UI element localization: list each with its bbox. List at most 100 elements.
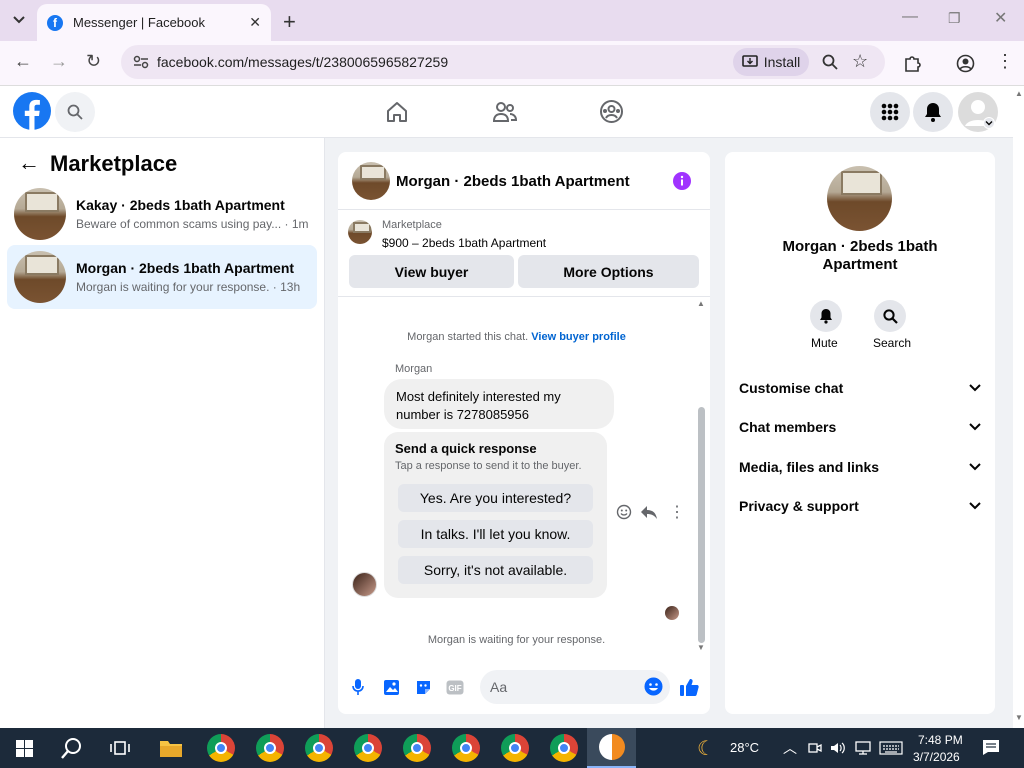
keyboard-icon[interactable] <box>879 741 903 755</box>
listing-detail[interactable]: $900 – 2beds 1bath Apartment <box>382 236 546 250</box>
chrome-app-icon[interactable] <box>403 734 431 762</box>
active-app-slot[interactable] <box>587 728 636 768</box>
more-options-button[interactable]: More Options <box>518 255 699 288</box>
search-facebook-button[interactable] <box>55 92 95 132</box>
reply-icon[interactable] <box>640 504 658 520</box>
conversation-info-panel: Morgan · 2beds 1bath Apartment Mute Sear… <box>725 152 995 714</box>
back-button[interactable]: ← <box>14 51 32 72</box>
tab-search-dropdown[interactable] <box>8 10 30 30</box>
search-in-chat-button[interactable] <box>874 300 906 332</box>
emoji-picker-icon[interactable] <box>644 677 663 696</box>
chrome-app-icon[interactable] <box>256 734 284 762</box>
quick-reply-in-talks[interactable]: In talks. I'll let you know. <box>398 520 593 548</box>
info-avatar[interactable] <box>827 166 892 231</box>
bookmark-star-icon[interactable]: ☆ <box>852 51 868 72</box>
quick-reply-yes[interactable]: Yes. Are you interested? <box>398 484 593 512</box>
quick-response-card: Send a quick response Tap a response to … <box>384 432 607 598</box>
quick-response-title: Send a quick response <box>395 441 537 456</box>
reload-button[interactable]: ↻ <box>86 51 101 72</box>
taskbar-search-icon[interactable] <box>61 737 83 759</box>
show-hidden-icons-chevron-icon[interactable]: ︿ <box>783 738 797 758</box>
conversation-item-kakay[interactable]: Kakay · 2beds 1bath Apartment Beware of … <box>7 182 317 246</box>
home-icon[interactable] <box>385 100 409 124</box>
chrome-app-icon[interactable] <box>305 734 333 762</box>
chat-avatar[interactable] <box>352 162 390 200</box>
conversation-preview: Morgan is waiting for your response. · 1… <box>76 280 301 294</box>
section-privacy-support[interactable]: Privacy & support <box>739 498 981 514</box>
like-thumb-icon[interactable] <box>679 677 699 697</box>
listing-thumbnail-small[interactable] <box>348 220 372 244</box>
file-explorer-icon[interactable] <box>159 738 183 758</box>
menu-button[interactable] <box>870 92 910 132</box>
chat-started-notice: Morgan started this chat. View buyer pro… <box>407 331 626 343</box>
page-scrollbar[interactable]: ▲ ▼ <box>1013 87 1024 728</box>
bell-icon <box>925 103 941 122</box>
new-tab-button[interactable]: + <box>283 9 296 35</box>
zoom-icon[interactable] <box>822 54 838 70</box>
message-input-placeholder: Aa <box>490 679 508 695</box>
mute-label: Mute <box>811 336 838 350</box>
message-bubble[interactable]: Most definitely interested my number is … <box>384 379 614 429</box>
groups-icon[interactable] <box>599 99 624 124</box>
chrome-app-icon[interactable] <box>354 734 382 762</box>
close-tab-icon[interactable]: ✕ <box>249 14 261 31</box>
photo-icon[interactable] <box>383 679 400 696</box>
site-settings-icon[interactable] <box>133 55 149 69</box>
address-bar[interactable]: facebook.com/messages/t/2380065965827259… <box>121 45 885 79</box>
chrome-app-icon[interactable] <box>501 734 529 762</box>
browser-tab-messenger[interactable]: f Messenger | Facebook ✕ <box>37 4 271 41</box>
section-chat-members[interactable]: Chat members <box>739 419 981 435</box>
view-buyer-profile-link[interactable]: View buyer profile <box>531 331 626 343</box>
divider <box>338 296 710 297</box>
chrome-app-icon[interactable] <box>452 734 480 762</box>
react-emoji-icon[interactable] <box>616 504 632 520</box>
profile-icon[interactable] <box>956 54 975 73</box>
restore-window-button[interactable]: ❐ <box>948 10 961 27</box>
svg-text:GIF: GIF <box>448 684 461 693</box>
browser-menu-icon[interactable]: ⋮ <box>996 51 1014 72</box>
meet-now-icon[interactable] <box>808 741 822 755</box>
scrollbar-thumb[interactable] <box>698 407 705 643</box>
more-actions-icon[interactable]: ⋮ <box>669 502 685 522</box>
quick-reply-not-available[interactable]: Sorry, it's not available. <box>398 556 593 584</box>
friends-icon[interactable] <box>492 100 518 124</box>
forward-button[interactable]: → <box>50 51 68 72</box>
gif-icon[interactable]: GIF <box>446 680 464 695</box>
chrome-app-icon[interactable] <box>207 734 235 762</box>
facebook-favicon-icon: f <box>47 14 63 31</box>
close-window-button[interactable]: ✕ <box>994 8 1007 28</box>
notifications-button[interactable] <box>913 92 953 132</box>
chat-title[interactable]: Morgan · 2beds 1bath Apartment <box>396 173 630 190</box>
info-icon[interactable] <box>672 171 692 191</box>
messages-scrollbar[interactable]: ▲ ▼ <box>695 299 708 655</box>
bell-icon <box>820 309 832 324</box>
facebook-header <box>0 87 1013 138</box>
conversation-item-morgan[interactable]: Morgan · 2beds 1bath Apartment Morgan is… <box>7 245 317 309</box>
chevron-down-icon <box>969 463 981 471</box>
minimize-window-button[interactable]: — <box>902 8 918 26</box>
windows-start-icon[interactable] <box>16 740 33 757</box>
section-customise-chat[interactable]: Customise chat <box>739 380 981 396</box>
notification-center-icon[interactable] <box>982 739 1000 756</box>
chrome-app-icon[interactable] <box>550 734 578 762</box>
mute-button[interactable] <box>810 300 842 332</box>
sender-avatar[interactable] <box>352 572 377 597</box>
section-media-files-links[interactable]: Media, files and links <box>739 459 981 475</box>
sticker-icon[interactable] <box>415 679 432 696</box>
clock-time[interactable]: 7:48 PM <box>918 733 963 747</box>
weather-moon-icon[interactable]: ☾ <box>697 736 715 761</box>
task-view-icon[interactable] <box>110 739 130 757</box>
message-input[interactable]: Aa <box>480 670 670 704</box>
back-arrow-icon[interactable]: ← <box>18 150 40 176</box>
install-app-button[interactable]: Install <box>733 48 809 76</box>
clock-date[interactable]: 3/7/2026 <box>913 750 960 764</box>
extensions-icon[interactable] <box>903 54 921 72</box>
facebook-logo-icon[interactable] <box>13 92 51 130</box>
network-icon[interactable] <box>855 741 871 755</box>
active-app-icon <box>598 734 625 760</box>
temperature[interactable]: 28°C <box>730 740 759 755</box>
view-buyer-button[interactable]: View buyer <box>349 255 514 288</box>
volume-icon[interactable] <box>830 741 846 755</box>
account-chevron-icon[interactable] <box>983 117 995 129</box>
microphone-icon[interactable] <box>351 678 365 696</box>
